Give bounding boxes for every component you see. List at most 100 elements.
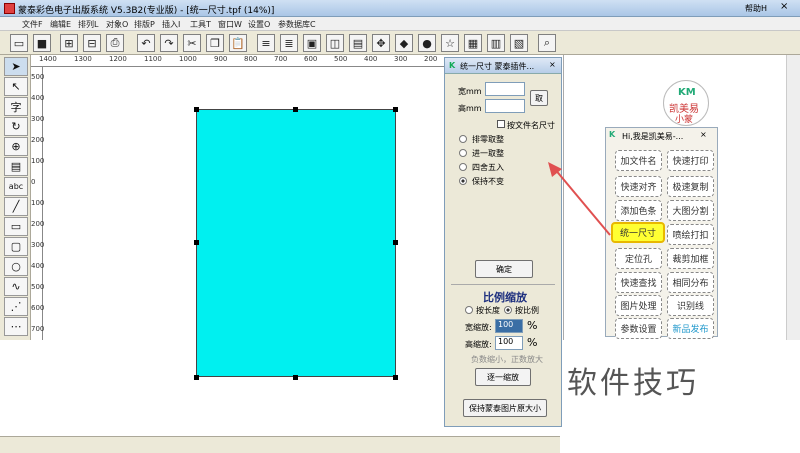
radio-keep[interactable] xyxy=(459,177,467,185)
ellipse-tool-icon[interactable]: ○ xyxy=(4,257,28,276)
btn-crop-frame[interactable]: 裁剪加框 xyxy=(667,248,714,269)
btn-new-release[interactable]: 新品发布 xyxy=(667,318,714,339)
selection-handle[interactable] xyxy=(194,240,199,245)
page-tool-icon[interactable]: ▤ xyxy=(4,157,28,176)
menu-layout[interactable]: 排版P xyxy=(134,19,155,30)
selection-handle[interactable] xyxy=(194,107,199,112)
close-icon[interactable]: × xyxy=(549,60,556,69)
plugin-title: Hi,我是凯美易-... xyxy=(622,132,684,141)
btn-fast-copy[interactable]: 极速复制 xyxy=(667,176,714,197)
menu-tools[interactable]: 工具T xyxy=(190,19,211,30)
btn-parameter-settings[interactable]: 参数设置 xyxy=(615,318,662,339)
logo-mark: KM xyxy=(678,87,696,98)
close-icon[interactable]: × xyxy=(780,1,788,12)
selection-handle[interactable] xyxy=(393,107,398,112)
zoom-tool-icon[interactable]: ⊕ xyxy=(4,137,28,156)
btn-split-image[interactable]: 大图分割 xyxy=(667,200,714,221)
btn-print-buckle[interactable]: 喷绘打扣 xyxy=(667,224,714,245)
divider xyxy=(451,284,555,285)
group-icon[interactable]: ▣ xyxy=(303,34,321,52)
node-tool-icon[interactable]: ↖ xyxy=(4,77,28,96)
btn-quick-align[interactable]: 快速对齐 xyxy=(615,176,662,197)
radio-floor[interactable] xyxy=(459,135,467,143)
selected-rectangle[interactable] xyxy=(196,109,396,377)
menu-object[interactable]: 对象O xyxy=(106,19,128,30)
width-input[interactable] xyxy=(485,82,525,96)
btn-quick-find[interactable]: 快速查找 xyxy=(615,272,662,293)
import-icon[interactable]: ⊞ xyxy=(60,34,78,52)
table-icon[interactable]: ▥ xyxy=(487,34,505,52)
btn-quick-print[interactable]: 快速打印 xyxy=(667,150,714,171)
save-icon[interactable]: ■ xyxy=(33,34,51,52)
copy-icon[interactable]: ❐ xyxy=(206,34,224,52)
cut-icon[interactable]: ✂ xyxy=(183,34,201,52)
align-icon[interactable]: ≡ xyxy=(257,34,275,52)
pointer-arrow xyxy=(548,162,611,236)
filename-size-checkbox[interactable] xyxy=(497,120,505,128)
redo-icon[interactable]: ↷ xyxy=(160,34,178,52)
selection-handle[interactable] xyxy=(194,375,199,380)
radio-round[interactable] xyxy=(459,163,467,171)
menu-settings[interactable]: 设置O xyxy=(248,19,270,30)
line-tool-icon[interactable]: ╱ xyxy=(4,197,28,216)
abc-tool-icon[interactable]: abc xyxy=(4,177,28,196)
distribute-icon[interactable]: ≣ xyxy=(280,34,298,52)
keep-original-size-button[interactable]: 保持蒙泰图片原大小 xyxy=(463,399,547,417)
undo-icon[interactable]: ↶ xyxy=(137,34,155,52)
btn-recognize-line[interactable]: 识别线 xyxy=(667,295,714,316)
ruler-label: 400 xyxy=(364,55,378,63)
polyline-tool-icon[interactable]: ⋰ xyxy=(4,297,28,316)
ok-button[interactable]: 确定 xyxy=(475,260,533,278)
selection-handle[interactable] xyxy=(393,240,398,245)
radio-by-length[interactable] xyxy=(465,306,473,314)
close-icon[interactable]: × xyxy=(700,130,707,139)
star-icon[interactable]: ☆ xyxy=(441,34,459,52)
text-tool-icon[interactable]: 字 xyxy=(4,97,28,116)
selection-handle[interactable] xyxy=(293,375,298,380)
ruler-label: 200 xyxy=(31,220,45,228)
table-tool-icon[interactable]: ⋯ xyxy=(4,317,28,336)
rect-tool-icon[interactable]: ▭ xyxy=(4,217,28,236)
fetch-button[interactable]: 取 xyxy=(530,90,548,106)
btn-same-distribute[interactable]: 相同分布 xyxy=(667,272,714,293)
chart-icon[interactable]: ▧ xyxy=(510,34,528,52)
section-title: 比例缩放 xyxy=(483,291,527,304)
move-icon[interactable]: ✥ xyxy=(372,34,390,52)
color-icon[interactable]: ◆ xyxy=(395,34,413,52)
open-icon[interactable]: ▭ xyxy=(10,34,28,52)
btn-positioning-hole[interactable]: 定位孔 xyxy=(615,248,662,269)
help-menu[interactable]: 帮助H xyxy=(745,3,767,14)
menu-file[interactable]: 文件F xyxy=(22,19,43,30)
scale-each-button[interactable]: 逐一缩放 xyxy=(475,368,531,386)
image-icon[interactable]: ▦ xyxy=(464,34,482,52)
menu-bar: 文件F 编辑E 排列L 对象O 排版P 插入I 工具T 窗口W 设置O 参数据库… xyxy=(0,17,800,31)
pointer-tool-icon[interactable]: ➤ xyxy=(4,57,28,76)
palette-icon[interactable]: ● xyxy=(418,34,436,52)
curve-tool-icon[interactable]: ∿ xyxy=(4,277,28,296)
btn-add-color-bar[interactable]: 添加色条 xyxy=(615,200,662,221)
menu-window[interactable]: 窗口W xyxy=(218,19,242,30)
rotate-tool-icon[interactable]: ↻ xyxy=(4,117,28,136)
export-icon[interactable]: ⊟ xyxy=(83,34,101,52)
menu-insert[interactable]: 插入I xyxy=(162,19,180,30)
width-scale-input[interactable]: 100 xyxy=(495,319,523,333)
height-scale-input[interactable]: 100 xyxy=(495,336,523,350)
radio-ceil[interactable] xyxy=(459,149,467,157)
print-icon[interactable]: ⎙ xyxy=(106,34,124,52)
menu-database[interactable]: 参数据库C xyxy=(278,19,316,30)
selection-handle[interactable] xyxy=(393,375,398,380)
frame-icon[interactable]: ◫ xyxy=(326,34,344,52)
menu-edit[interactable]: 编辑E xyxy=(50,19,71,30)
btn-add-filename[interactable]: 加文件名 xyxy=(615,150,662,171)
layers-icon[interactable]: ▤ xyxy=(349,34,367,52)
roundrect-tool-icon[interactable]: ▢ xyxy=(4,237,28,256)
paste-icon[interactable]: 📋 xyxy=(229,34,247,52)
preview-icon[interactable]: ⌕ xyxy=(538,34,556,52)
btn-uniform-size[interactable]: 统一尺寸 xyxy=(611,222,665,243)
vertical-scrollbar[interactable] xyxy=(786,55,800,340)
selection-handle[interactable] xyxy=(293,107,298,112)
radio-by-ratio[interactable] xyxy=(504,306,512,314)
height-input[interactable] xyxy=(485,99,525,113)
menu-arrange[interactable]: 排列L xyxy=(78,19,98,30)
btn-image-processing[interactable]: 图片处理 xyxy=(615,295,662,316)
